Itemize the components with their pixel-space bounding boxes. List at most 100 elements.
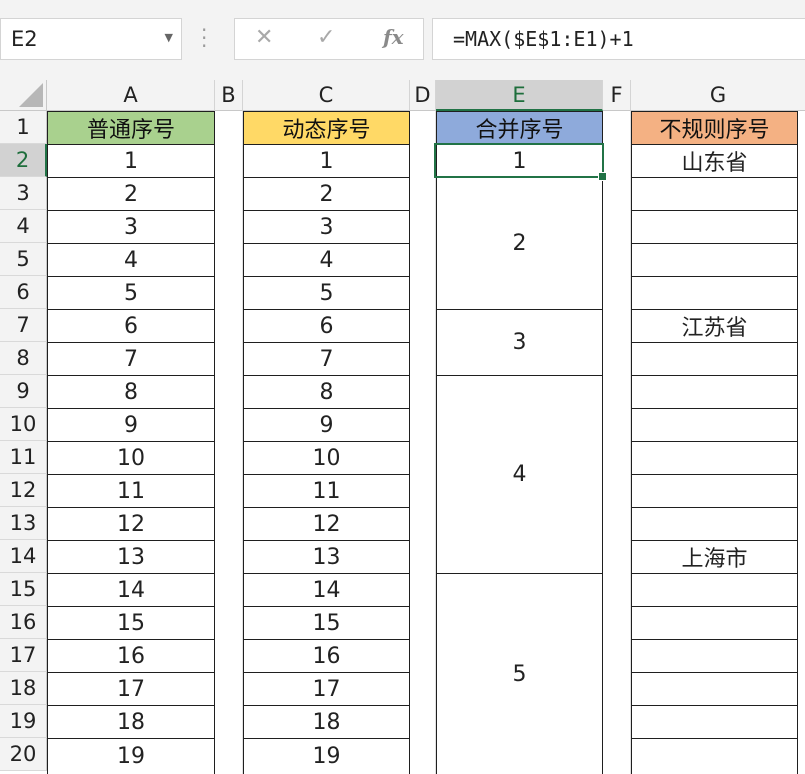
chevron-down-icon[interactable]: ▼ (165, 31, 173, 44)
cell-a3[interactable]: 2 (47, 177, 215, 211)
column-header-d[interactable]: D (410, 80, 436, 111)
header-cell-g[interactable]: 不规则序号 (631, 111, 798, 145)
merged-cell-e7-e8[interactable]: 3 (436, 309, 603, 376)
cell-c20[interactable]: 19 (243, 738, 410, 774)
row-header-14[interactable]: 14 (0, 540, 47, 573)
header-cell-e[interactable]: 合并序号 (436, 111, 603, 145)
cell-a9[interactable]: 8 (47, 375, 215, 409)
cell-c7[interactable]: 6 (243, 309, 410, 343)
name-box[interactable]: E2 ▼ (0, 18, 182, 60)
cell-a17[interactable]: 16 (47, 639, 215, 673)
cell-c8[interactable]: 7 (243, 342, 410, 376)
cell-g4[interactable] (631, 210, 798, 244)
column-header-a[interactable]: A (47, 80, 215, 111)
cell-g16[interactable] (631, 606, 798, 640)
cell-c16[interactable]: 15 (243, 606, 410, 640)
merged-cell-e15-e20[interactable]: 5 (436, 573, 603, 774)
cell-a11[interactable]: 10 (47, 441, 215, 475)
cell-c2[interactable]: 1 (243, 144, 410, 178)
cell-a13[interactable]: 12 (47, 507, 215, 541)
row-header-18[interactable]: 18 (0, 672, 47, 705)
column-header-f[interactable]: F (603, 80, 631, 111)
cell-a14[interactable]: 13 (47, 540, 215, 574)
cell-g3[interactable] (631, 177, 798, 211)
cell-g9[interactable] (631, 375, 798, 409)
cell-a19[interactable]: 18 (47, 705, 215, 739)
cell-c13[interactable]: 12 (243, 507, 410, 541)
cell-c6[interactable]: 5 (243, 276, 410, 310)
cell-g18[interactable] (631, 672, 798, 706)
row-header-8[interactable]: 8 (0, 342, 47, 375)
row-header-19[interactable]: 19 (0, 705, 47, 738)
row-header-1[interactable]: 1 (0, 111, 47, 144)
row-header-4[interactable]: 4 (0, 210, 47, 243)
row-header-5[interactable]: 5 (0, 243, 47, 276)
cell-g19[interactable] (631, 705, 798, 739)
cell-c11[interactable]: 10 (243, 441, 410, 475)
cell-a7[interactable]: 6 (47, 309, 215, 343)
cell-g12[interactable] (631, 474, 798, 508)
column-header-b[interactable]: B (215, 80, 243, 111)
column-header-e[interactable]: E (436, 80, 603, 111)
row-header-12[interactable]: 12 (0, 474, 47, 507)
cancel-icon[interactable]: ✕ (255, 25, 273, 50)
formula-input[interactable]: =MAX($E$1:E1)+1 (432, 18, 805, 60)
cell-c9[interactable]: 8 (243, 375, 410, 409)
header-cell-a[interactable]: 普通序号 (47, 111, 215, 145)
cell-g14[interactable]: 上海市 (631, 540, 798, 574)
cell-c10[interactable]: 9 (243, 408, 410, 442)
merged-cell-e9-e14[interactable]: 4 (436, 375, 603, 574)
cell-g11[interactable] (631, 441, 798, 475)
cell-c3[interactable]: 2 (243, 177, 410, 211)
insert-function-icon[interactable]: fx (383, 25, 404, 49)
cell-g15[interactable] (631, 573, 798, 607)
cell-a8[interactable]: 7 (47, 342, 215, 376)
cell-g5[interactable] (631, 243, 798, 277)
cell-a2[interactable]: 1 (47, 144, 215, 178)
header-cell-c[interactable]: 动态序号 (243, 111, 410, 145)
row-header-17[interactable]: 17 (0, 639, 47, 672)
cell-g20[interactable] (631, 738, 798, 774)
cell-c18[interactable]: 17 (243, 672, 410, 706)
row-header-2[interactable]: 2 (0, 144, 47, 177)
row-header-16[interactable]: 16 (0, 606, 47, 639)
cell-c4[interactable]: 3 (243, 210, 410, 244)
cell-c5[interactable]: 4 (243, 243, 410, 277)
cell-a6[interactable]: 5 (47, 276, 215, 310)
cell-g7[interactable]: 江苏省 (631, 309, 798, 343)
cell-a10[interactable]: 9 (47, 408, 215, 442)
cell-a16[interactable]: 15 (47, 606, 215, 640)
cell-a4[interactable]: 3 (47, 210, 215, 244)
cell-c14[interactable]: 13 (243, 540, 410, 574)
cell-c17[interactable]: 16 (243, 639, 410, 673)
cell-c12[interactable]: 11 (243, 474, 410, 508)
cell-c19[interactable]: 18 (243, 705, 410, 739)
select-all-button[interactable] (0, 80, 47, 111)
row-header-3[interactable]: 3 (0, 177, 47, 210)
row-header-10[interactable]: 10 (0, 408, 47, 441)
fill-handle[interactable] (598, 172, 607, 181)
enter-icon[interactable]: ✓ (317, 25, 335, 50)
row-header-20[interactable]: 20 (0, 738, 47, 771)
cell-a15[interactable]: 14 (47, 573, 215, 607)
cell-a12[interactable]: 11 (47, 474, 215, 508)
row-header-15[interactable]: 15 (0, 573, 47, 606)
row-header-11[interactable]: 11 (0, 441, 47, 474)
column-header-c[interactable]: C (243, 80, 410, 111)
row-header-13[interactable]: 13 (0, 507, 47, 540)
merged-cell-e2[interactable]: 1 (436, 144, 603, 178)
cell-g13[interactable] (631, 507, 798, 541)
row-header-6[interactable]: 6 (0, 276, 47, 309)
cell-g10[interactable] (631, 408, 798, 442)
merged-cell-e3-e6[interactable]: 2 (436, 177, 603, 310)
cell-a18[interactable]: 17 (47, 672, 215, 706)
row-header-7[interactable]: 7 (0, 309, 47, 342)
cell-g6[interactable] (631, 276, 798, 310)
row-header-9[interactable]: 9 (0, 375, 47, 408)
cell-g17[interactable] (631, 639, 798, 673)
cell-a5[interactable]: 4 (47, 243, 215, 277)
column-header-g[interactable]: G (631, 80, 805, 111)
cell-g2[interactable]: 山东省 (631, 144, 798, 178)
cell-g8[interactable] (631, 342, 798, 376)
cell-a20[interactable]: 19 (47, 738, 215, 774)
